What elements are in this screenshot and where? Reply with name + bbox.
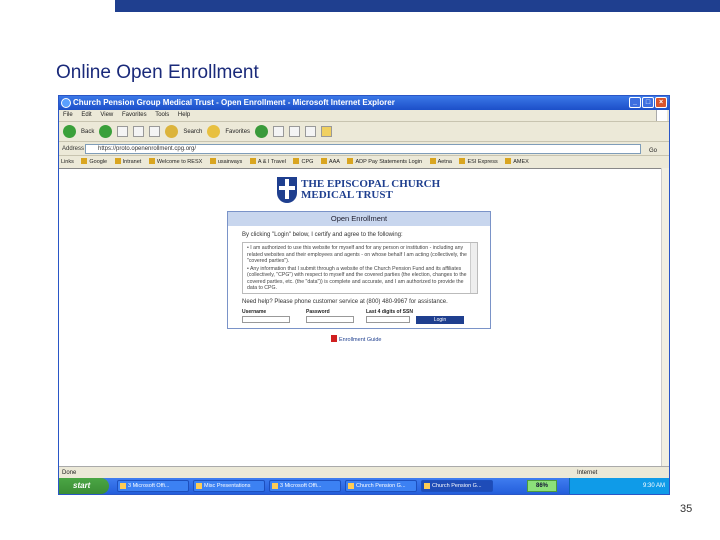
- link-item[interactable]: usairways: [210, 159, 242, 165]
- minimize-button[interactable]: _: [629, 97, 641, 108]
- status-text: Done: [62, 470, 77, 476]
- enrollment-guide-link[interactable]: Enrollment Guide: [331, 335, 382, 343]
- menu-tools[interactable]: Tools: [155, 112, 169, 118]
- browser-window: Church Pension Group Medical Trust - Ope…: [58, 95, 670, 495]
- login-button[interactable]: Login: [416, 316, 464, 324]
- folder-icon[interactable]: [321, 126, 333, 137]
- favorites-button-label[interactable]: Favorites: [225, 129, 250, 135]
- mail-icon[interactable]: [273, 126, 285, 137]
- address-bar: Address https://proto.openenrollment.cpg…: [59, 141, 669, 155]
- ie-icon: [61, 98, 71, 108]
- close-button[interactable]: ×: [655, 97, 667, 108]
- link-item[interactable]: ADP Pay Statements Login: [347, 159, 422, 165]
- windows-logo-icon: [656, 110, 667, 121]
- slide-top-bar: [115, 0, 720, 12]
- username-label: Username: [242, 309, 267, 315]
- help-text: Need help? Please phone customer service…: [242, 299, 448, 305]
- menu-favorites[interactable]: Favorites: [122, 112, 147, 118]
- page-scrollbar[interactable]: [661, 168, 669, 466]
- search-icon[interactable]: [165, 125, 179, 138]
- link-item[interactable]: CPG: [293, 159, 313, 165]
- link-item[interactable]: A & I Travel: [250, 159, 286, 165]
- home-icon[interactable]: [149, 126, 161, 137]
- stop-icon[interactable]: [117, 126, 129, 137]
- slide-number: 35: [680, 503, 693, 515]
- link-item[interactable]: ESI Express: [459, 159, 497, 165]
- status-bar: Done Internet: [59, 466, 669, 478]
- link-item[interactable]: Aetna: [430, 159, 452, 165]
- slide-title: Online Open Enrollment: [56, 62, 259, 83]
- menu-file[interactable]: File: [63, 112, 73, 118]
- username-input[interactable]: [242, 316, 290, 323]
- menu-view[interactable]: View: [100, 112, 113, 118]
- medical-trust-logo: THE EPISCOPAL CHURCH MEDICAL TRUST: [277, 177, 440, 203]
- system-tray: 9:30 AM: [569, 478, 669, 494]
- forward-icon[interactable]: [99, 125, 113, 138]
- favorites-icon[interactable]: [207, 125, 221, 138]
- history-icon[interactable]: [255, 125, 269, 138]
- logo-line-2: MEDICAL TRUST: [301, 189, 393, 201]
- terms-box[interactable]: • I am authorized to use this website fo…: [242, 242, 478, 294]
- back-icon[interactable]: [63, 125, 76, 138]
- window-titlebar[interactable]: Church Pension Group Medical Trust - Ope…: [59, 96, 669, 110]
- taskbar-item[interactable]: Church Pension G...: [421, 480, 493, 492]
- back-button-label[interactable]: Back: [81, 129, 94, 135]
- menu-edit[interactable]: Edit: [81, 112, 91, 118]
- ssn-input[interactable]: [366, 316, 410, 323]
- address-label: Address: [62, 146, 85, 152]
- link-item[interactable]: AMEX: [505, 159, 529, 165]
- terms-item: • Any information that I submit through …: [247, 265, 467, 292]
- link-item[interactable]: Intranet: [115, 159, 142, 165]
- clock: 9:30 AM: [642, 483, 665, 489]
- taskbar-item[interactable]: Misc Presentations: [193, 480, 265, 492]
- password-label: Password: [306, 309, 330, 315]
- login-panel: Open Enrollment By clicking "Login" belo…: [227, 211, 491, 329]
- password-input[interactable]: [306, 316, 354, 323]
- terms-item: • I am authorized to use this website fo…: [247, 245, 467, 264]
- menu-help[interactable]: Help: [178, 112, 190, 118]
- refresh-icon[interactable]: [133, 126, 145, 137]
- start-button[interactable]: start: [59, 478, 109, 494]
- links-label: Links: [61, 159, 74, 165]
- maximize-button[interactable]: □: [642, 97, 654, 108]
- taskbar-item[interactable]: 3 Microsoft Offi...: [269, 480, 341, 492]
- print-icon[interactable]: [289, 126, 301, 137]
- edit-icon[interactable]: [305, 126, 317, 137]
- ssn-label: Last 4 digits of SSN: [366, 309, 413, 315]
- shield-icon: [277, 177, 297, 203]
- link-item[interactable]: Google: [81, 159, 107, 165]
- search-button-label[interactable]: Search: [183, 129, 202, 135]
- panel-title: Open Enrollment: [228, 212, 490, 226]
- link-item[interactable]: AAA: [321, 159, 340, 165]
- links-bar: Links Google Intranet Welcome to RESX us…: [59, 155, 669, 168]
- terms-scrollbar[interactable]: [470, 243, 477, 293]
- taskbar: start 3 Microsoft Offi... Misc Presentat…: [59, 478, 669, 494]
- menu-bar: File Edit View Favorites Tools Help: [59, 110, 669, 121]
- taskbar-item[interactable]: Church Pension G...: [345, 480, 417, 492]
- panel-intro: By clicking "Login" below, I certify and…: [242, 232, 403, 238]
- link-item[interactable]: Welcome to RESX: [149, 159, 202, 165]
- address-input[interactable]: https://proto.openenrollment.cpg.org/: [85, 144, 641, 154]
- taskbar-item[interactable]: 3 Microsoft Offi...: [117, 480, 189, 492]
- page-content: THE EPISCOPAL CHURCH MEDICAL TRUST Open …: [59, 168, 661, 466]
- toolbar: Back Search Favorites: [59, 121, 669, 141]
- zoom-indicator[interactable]: 86%: [527, 480, 557, 492]
- window-title: Church Pension Group Medical Trust - Ope…: [73, 98, 395, 107]
